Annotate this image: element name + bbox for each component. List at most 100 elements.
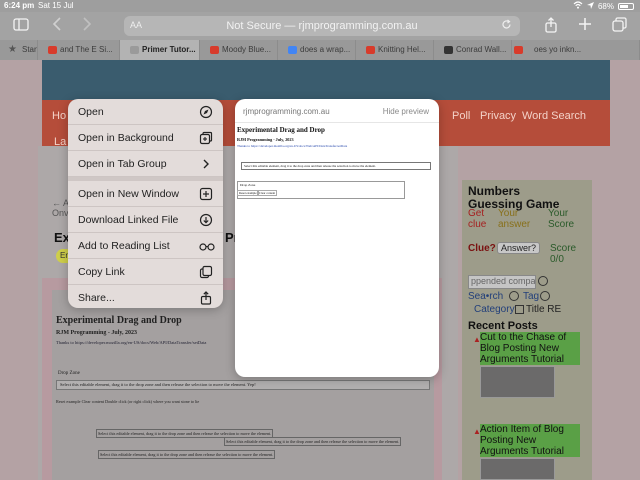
clue-label: Clue? xyxy=(468,243,496,254)
nav-link-home[interactable]: Ho xyxy=(52,110,66,122)
recent-posts-heading: Recent Posts xyxy=(468,320,538,332)
share-icon[interactable] xyxy=(542,17,560,35)
tab-label: oes yo inkn... xyxy=(534,45,582,54)
hide-preview-button[interactable]: Hide preview xyxy=(383,107,429,116)
recent-post-2-thumb[interactable] xyxy=(480,458,555,480)
category-label: Category xyxy=(474,304,515,315)
tab-6[interactable]: Knitting Hel... xyxy=(356,40,434,60)
status-bar: 6:24 pm Sat 15 Jul 68% xyxy=(0,0,640,12)
menu-copy-link[interactable]: Copy Link xyxy=(68,259,223,285)
preview-reset-button: Reset example xyxy=(237,190,259,196)
new-window-icon xyxy=(199,187,213,201)
menu-open-new-window[interactable]: Open in New Window xyxy=(68,181,223,207)
link-preview[interactable]: rjmprogramming.com.au Hide preview Exper… xyxy=(235,99,439,377)
title-re-label: Title RE xyxy=(526,304,562,315)
menu-open-tab-group[interactable]: Open in Tab Group xyxy=(68,151,223,177)
google-icon xyxy=(288,46,297,54)
menu-open[interactable]: Open xyxy=(68,99,223,125)
preview-drag-element: Select this editable element, drag it to… xyxy=(241,162,431,170)
menu-label: Open in Background xyxy=(78,132,174,144)
status-date: Sat 15 Jul xyxy=(38,1,74,10)
address-bar[interactable]: AA Not Secure — rjmprogramming.com.au xyxy=(124,16,520,36)
recent-post-1-thumb[interactable] xyxy=(480,366,555,398)
preview-thanks: Thanks to https://developer.mozilla.org/… xyxy=(237,144,348,148)
chevron-right-icon xyxy=(199,157,213,171)
tab-overview-icon[interactable] xyxy=(610,17,628,35)
site-banner xyxy=(42,60,610,100)
youtube-icon xyxy=(514,46,523,54)
prev-link[interactable]: ← A xyxy=(52,198,69,208)
forward-icon[interactable] xyxy=(78,17,96,35)
shot-item-2: Select this editable element, drag it to… xyxy=(224,437,402,446)
preview-instruction: Select this editable element, drag it to… xyxy=(244,164,376,168)
menu-label: Open in New Window xyxy=(78,188,179,200)
preview-title: Experimental Drag and Drop xyxy=(237,126,325,134)
preview-drop-zone-label: Drop Zone xyxy=(240,183,256,187)
tag-label: Tag xyxy=(523,291,540,302)
tab-7[interactable]: Conrad Wall... xyxy=(434,40,512,60)
search-label: Sea•rch xyxy=(468,291,504,302)
preview-header: rjmprogramming.com.au Hide preview xyxy=(235,99,439,123)
get-clue-link[interactable]: Get clue xyxy=(468,208,496,230)
address-text: Not Secure — rjmprogramming.com.au xyxy=(226,20,418,32)
youtube-icon xyxy=(366,46,375,54)
new-tab-icon[interactable] xyxy=(576,17,594,35)
back-icon[interactable] xyxy=(48,17,66,35)
battery-percent: 68% xyxy=(597,1,614,11)
menu-open-background[interactable]: Open in Background xyxy=(68,125,223,151)
nav-fragment: Onv xyxy=(52,208,69,218)
nav-link-privacy[interactable]: Privacy xyxy=(480,110,516,122)
shot-thanks: Thanks to https://developer.mozilla.org/… xyxy=(56,340,207,345)
search-input[interactable]: ppended compa xyxy=(468,275,536,289)
site-icon xyxy=(130,46,139,54)
reload-icon[interactable] xyxy=(501,19,512,33)
nav-link-poll[interactable]: Poll xyxy=(452,110,470,122)
copy-icon xyxy=(199,265,213,279)
menu-add-reading-list[interactable]: Add to Reading List xyxy=(68,233,223,259)
tab-start[interactable]: ★ Start xyxy=(0,40,38,60)
radio-1[interactable] xyxy=(538,276,548,286)
star-icon: ★ xyxy=(8,44,17,55)
recent-post-2[interactable]: Action Item of Blog Posting New Argument… xyxy=(480,424,580,457)
m-icon xyxy=(444,46,453,54)
status-right: 68% xyxy=(573,1,634,11)
tab-5[interactable]: does a wrap... xyxy=(278,40,356,60)
preview-domain: rjmprogramming.com.au xyxy=(243,107,330,116)
answer-select[interactable]: Answer? xyxy=(497,242,541,254)
tab-3[interactable]: Primer Tutor... xyxy=(120,40,200,60)
menu-share[interactable]: Share... xyxy=(68,285,223,308)
tab-label: Start xyxy=(22,45,38,54)
shot-drop-zone: Drop Zone xyxy=(58,371,80,376)
download-icon xyxy=(199,213,213,227)
menu-label: Copy Link xyxy=(78,266,125,278)
tab-label: and The E Si... xyxy=(60,45,113,54)
wifi-icon xyxy=(573,1,583,11)
title-checkbox[interactable] xyxy=(515,305,524,314)
shot-byline: RJM Programming - July, 2023 xyxy=(56,330,138,336)
battery-icon xyxy=(618,2,634,10)
shot-instruction: Select this editable element, drag it to… xyxy=(60,382,256,387)
browser-toolbar: AA Not Secure — rjmprogramming.com.au xyxy=(0,12,640,40)
menu-label: Open xyxy=(78,106,104,118)
radio-2[interactable] xyxy=(540,291,550,301)
menu-download-linked-file[interactable]: Download Linked File xyxy=(68,207,223,233)
preview-byline: RJM Programming - July, 2023 xyxy=(237,137,294,142)
youtube-icon xyxy=(48,46,57,54)
sidebar-toggle-icon[interactable] xyxy=(12,17,30,35)
share-icon xyxy=(199,291,213,305)
compass-icon xyxy=(199,105,213,119)
tab-2[interactable]: and The E Si... xyxy=(38,40,120,60)
recent-post-1[interactable]: Cut to the Chase of Blog Posting New Arg… xyxy=(480,332,580,365)
shot-title: Experimental Drag and Drop xyxy=(56,315,182,326)
tab-label: Moody Blue... xyxy=(222,45,271,54)
shot-buttons: Reset example Clear content Double click… xyxy=(56,399,200,404)
shot-item-3: Select this editable element, drag it to… xyxy=(98,450,276,459)
menu-label: Open in Tab Group xyxy=(78,158,167,170)
menu-label: Download Linked File xyxy=(78,214,179,226)
your-answer-label: Your answer xyxy=(498,208,531,230)
radio-tag[interactable] xyxy=(509,291,519,301)
tab-4[interactable]: Moody Blue... xyxy=(200,40,278,60)
tab-8[interactable]: oes yo inkn... xyxy=(512,40,640,60)
nav-link-word-search[interactable]: Word Search xyxy=(522,110,586,122)
menu-label: Add to Reading List xyxy=(78,240,170,252)
